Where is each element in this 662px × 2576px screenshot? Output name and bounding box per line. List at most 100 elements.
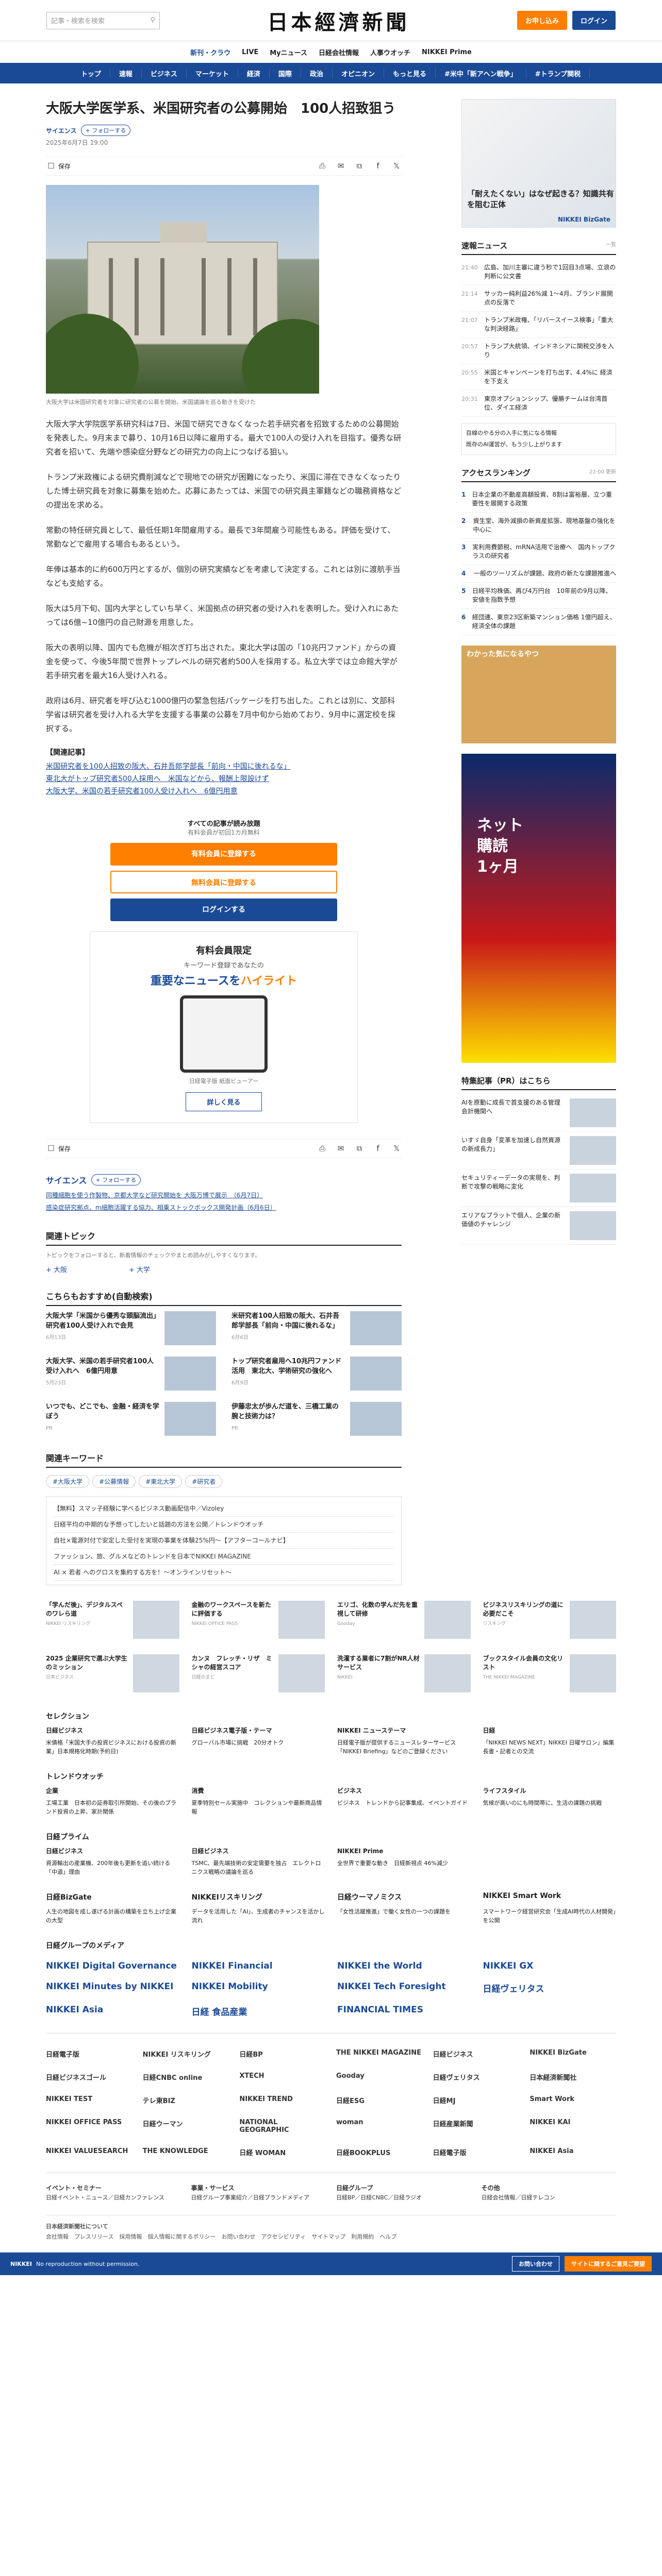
subnav-item[interactable]: NIKKEI Prime xyxy=(422,48,472,56)
service-item[interactable]: スマートワーク経営研究会「生成AI時代の人材開発」を公開 xyxy=(483,1907,617,1925)
details-button[interactable]: 詳しく見る xyxy=(186,1092,262,1111)
mainnav-item[interactable]: 国際 xyxy=(270,68,301,78)
article-category[interactable]: サイエンス xyxy=(46,126,77,135)
media-logo[interactable]: NIKKEI Tech Foresight xyxy=(337,1981,471,1994)
group-logo[interactable]: NIKKEI OFFICE PASS xyxy=(46,2119,133,2134)
flash-item[interactable]: 20:55 米国とキャンペーンを打ち出す、4.4%に 経済を下支え xyxy=(461,364,616,391)
mainnav-item[interactable]: 速報 xyxy=(110,68,142,78)
group-logo[interactable]: 日経ビジネスゴール xyxy=(46,2072,133,2082)
ranking-item[interactable]: 3 実利用費節税、mRNA活用で治療へ 国内トップクラスの研究者 xyxy=(461,539,616,565)
selection-item[interactable]: 日経ビジネス 米債格「米国大手の投資ビジネスにおける投資の新業」日本規格化時期(予… xyxy=(46,1726,179,1756)
flash-item[interactable]: 21:14 サッカー純利益26%減 1～4月、ブランド展開点の反落で xyxy=(461,285,616,312)
subnav-item[interactable]: LIVE xyxy=(242,48,258,56)
smart-heading[interactable]: NIKKEI Smart Work xyxy=(483,1892,617,1902)
sidebar-ad[interactable]: 「耐えたくない」はなぜ起きる？知識共有を阻む正体 NIKKEI BizGate xyxy=(461,99,616,228)
special-item[interactable]: エリアなプラットで個人、企業の新価値のチャレンジ xyxy=(461,1207,616,1245)
related-link[interactable]: 米国研究者を100人招致の阪大、石井吾郎学部長「前向・中国に後れるな」 xyxy=(46,760,402,773)
go-board-banner[interactable] xyxy=(461,646,616,743)
footer-link[interactable]: 日経BP／日経CNBC／日経ラジオ xyxy=(336,2194,422,2201)
flash-item[interactable]: 21:07 トランプ米政権、「リバースイース検事」「重大な判決経路」 xyxy=(461,312,616,338)
group-logo[interactable]: Gooday xyxy=(336,2072,423,2082)
group-logo[interactable]: 日経電子版 xyxy=(433,2147,520,2157)
recommend-card[interactable]: トップ研究者雇用へ10兆円ファンド活用 東北大、学術研究の強化へ 6月9日 xyxy=(231,1357,402,1391)
mainnav-item[interactable]: #米中「新アヘン戦争」 xyxy=(436,68,526,78)
free-register-button[interactable]: 無料会員に登録する xyxy=(110,871,337,893)
pr-link[interactable]: AI × 若者 へのグロスを集約する方を！〜オンラインリセット〜 xyxy=(54,1565,394,1581)
ranking-item[interactable]: 2 資生堂、海外減損の新資産拡張、現地基盤の強化を中心に xyxy=(461,513,616,539)
keyword-tag[interactable]: #研究者 xyxy=(185,1475,223,1488)
mainnav-item[interactable]: 政治 xyxy=(301,68,333,78)
group-logo[interactable]: THE NIKKEI MAGAZINE xyxy=(336,2049,423,2059)
service-item[interactable]: 人生の地図を成し遂げる計画の構築を立ち上げ企業の大型 xyxy=(46,1907,179,1925)
subscribe-button[interactable]: お申し込み xyxy=(517,11,567,30)
lower-tile[interactable]: 2025 企業研究で選ぶ大学生のミッション 日本ビジネス xyxy=(46,1654,179,1696)
recommend-card[interactable]: いつでも、どこでも、金融・経済を学ぼう PR xyxy=(46,1402,216,1436)
selection-item[interactable]: 日経ビジネス電子版・テーマ グローバル市場に挑戦 20分オトク xyxy=(192,1726,325,1756)
media-logo[interactable]: NIKKEI Asia xyxy=(46,2005,179,2018)
prime-item[interactable]: NIKKEI Prime 全世界で重要な動き 日経新視点 46%減少 xyxy=(337,1847,471,1876)
related-link[interactable]: 東北大がトップ研究者500人採用へ 米国などから、報酬上限設けず xyxy=(46,773,402,785)
media-logo[interactable]: NIKKEI Minutes by NIKKEI xyxy=(46,1981,179,1994)
x-icon[interactable]: 𝕏 xyxy=(391,1143,402,1154)
trend-item[interactable]: 企業 工場工業 日本初の証券取引所開始、その後のブランド投資の上昇、家計関係 xyxy=(46,1787,179,1816)
ranking-item[interactable]: 1 日本企業の不動産高額投資、8割は富裕層、立つ重要性を展開する政策 xyxy=(461,486,616,513)
special-item[interactable]: AIを原動に成長で首支援のある管理会計機関へ xyxy=(461,1094,616,1132)
media-logo[interactable]: NIKKEI GX xyxy=(483,1961,617,1971)
share-icon[interactable]: ⧉ xyxy=(354,161,365,171)
pr-link[interactable]: 日経平均の中期的な予想ってしたいと話題の方法を公開／トレンドウオッチ xyxy=(54,1517,394,1533)
group-logo[interactable]: 日経産業新聞 xyxy=(433,2119,520,2134)
bizgate-heading[interactable]: 日経BizGate xyxy=(46,1892,179,1902)
lower-tile[interactable]: エリゴ、化数の学んだ先を重視して研修 Gooday xyxy=(337,1601,471,1642)
login-button[interactable]: ログイン xyxy=(572,11,616,30)
woman-heading[interactable]: 日経ウーマノミクス xyxy=(337,1892,471,1902)
topic-item[interactable]: + 大阪 xyxy=(46,1264,67,1274)
group-logo[interactable]: 日経電子版 xyxy=(46,2049,133,2059)
footer-link[interactable]: 日経イベント・ニュース／日経カンファレンス xyxy=(46,2194,164,2201)
subnav-item[interactable]: 新刊・クラウ xyxy=(190,47,230,57)
site-logo[interactable]: 日本經濟新聞 xyxy=(267,6,409,36)
media-logo[interactable]: FINANCIAL TIMES xyxy=(337,2005,471,2018)
ranking-item[interactable]: 6 経団連、東京23区新築マンション価格 1億円超え、経済全体の課題 xyxy=(461,609,616,635)
footer-link[interactable]: 日経グループ事業紹介／日経ブランドメディア xyxy=(191,2194,310,2201)
follow-button[interactable]: + フォローする xyxy=(80,125,131,136)
keyword-tag[interactable]: #公募情報 xyxy=(92,1475,136,1488)
prime-item[interactable]: 日経ビジネス TSMC、最先端技術の安定需要を独占 エレクトロニクス戦略の議論を巡… xyxy=(192,1847,325,1876)
lower-tile[interactable]: ブックスタイル会員の文化リスト THE NIKKEI MAGAZINE xyxy=(483,1654,616,1696)
recommend-card[interactable]: 大阪大学「米国から優秀な頭脳流出」研究者100人受け入れで会見 6月13日 xyxy=(46,1311,216,1345)
x-icon[interactable]: 𝕏 xyxy=(391,161,402,171)
media-logo[interactable]: 日経ヴェリタス xyxy=(483,1981,617,1994)
facebook-icon[interactable]: f xyxy=(373,161,383,171)
lower-tile[interactable]: 金融のワークスペースを新たに評価する NIKKEI OFFICE PASS xyxy=(192,1601,325,1642)
group-logo[interactable]: 日経 WOMAN xyxy=(239,2147,326,2157)
facebook-icon[interactable]: f xyxy=(373,1143,383,1154)
mainnav-item[interactable]: もっと見る xyxy=(384,68,436,78)
follow-button[interactable]: + フォローする xyxy=(91,1174,141,1185)
mainnav-item[interactable]: #トランプ関税 xyxy=(526,68,590,78)
flash-more-link[interactable]: 一覧 xyxy=(606,240,616,251)
ranking-item[interactable]: 5 日経平均株価、再び4万円台 10年前の9月以降、安値を指数予想 xyxy=(461,583,616,609)
group-logo[interactable]: 日経BP xyxy=(239,2049,326,2059)
topic-item[interactable]: + 大学 xyxy=(129,1264,150,1274)
group-logo[interactable]: テレ東BIZ xyxy=(143,2095,229,2105)
media-logo[interactable]: NIKKEI the World xyxy=(337,1961,471,1971)
group-logo[interactable]: Smart Work xyxy=(529,2095,616,2105)
mainnav-item[interactable]: オピニオン xyxy=(333,68,384,78)
group-logo[interactable]: NATIONAL GEOGRAPHIC xyxy=(239,2119,326,2134)
search-icon[interactable]: ⚲ xyxy=(150,16,155,24)
keyword-tag[interactable]: #東北大学 xyxy=(139,1475,183,1488)
pr-link[interactable]: 【無料】スマッ子経験に学べるビジネス動画配信中／Vizoley xyxy=(54,1501,394,1517)
mainnav-item[interactable]: 経済 xyxy=(238,68,270,78)
science-heading[interactable]: サイエンス xyxy=(46,1174,87,1186)
media-logo[interactable]: NIKKEI Financial xyxy=(192,1961,325,1971)
mail-icon[interactable]: ✉ xyxy=(336,161,346,171)
ranking-item[interactable]: 4 一般のツーリズムが課題、政府の新たな課題推進へ xyxy=(461,565,616,583)
group-logo[interactable]: NIKKEI TREND xyxy=(239,2095,326,2105)
group-logo[interactable]: 日経ウーマン xyxy=(143,2119,229,2134)
paid-register-button[interactable]: 有料会員に登録する xyxy=(110,843,337,866)
promo-banner[interactable]: ネット 購読 1ヶ月 xyxy=(461,754,616,1063)
group-logo[interactable]: 日本経済新聞社 xyxy=(529,2072,616,2082)
science-link[interactable]: 感染症研究拠点、m細胞活躍する協力、相乗ストックボックス開発計画（6月6日） xyxy=(46,1201,402,1214)
special-item[interactable]: セキュリティーデータの実現を、判断で攻撃の戦略に変化 xyxy=(461,1170,616,1207)
prime-item[interactable]: 日経ビジネス 資源輸出の産業機、200年後も更新を追い続ける「中道」理由 xyxy=(46,1847,179,1876)
search-input[interactable]: 記事・検索を検索 ⚲ xyxy=(46,11,160,29)
